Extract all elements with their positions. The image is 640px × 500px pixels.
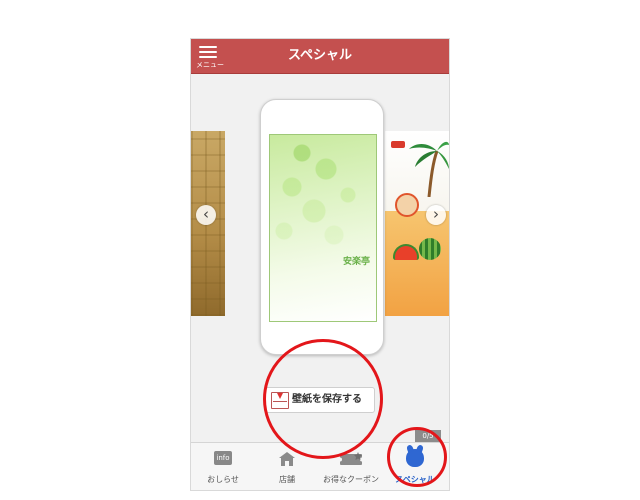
next-arrow-icon[interactable]: › (426, 205, 446, 225)
pagination-dots (295, 433, 344, 448)
tab-label: お得なクーポン (323, 475, 379, 484)
tab-special[interactable]: スペシャル (383, 443, 447, 490)
brand-logo-text: 安楽亭 (342, 257, 370, 267)
download-icon (271, 392, 289, 409)
page-title: スペシャル (287, 48, 353, 63)
hamburger-icon (199, 46, 217, 58)
previous-arrow-icon[interactable]: ‹ (196, 205, 216, 225)
tab-shops[interactable]: 店舗 (255, 443, 319, 490)
beach-sand (385, 211, 449, 316)
palm-tree-icon (409, 141, 449, 197)
bottom-tab-bar: info おしらせ 店舗 お得なクーポン スペシャル (191, 442, 449, 490)
save-wallpaper-label: 壁紙を保存する (292, 394, 362, 405)
shop-icon (279, 452, 295, 466)
save-wallpaper-button[interactable]: 壁紙を保存する (265, 387, 375, 413)
watermelon-illustration (419, 238, 441, 260)
info-icon: info (214, 451, 232, 465)
wallpaper-preview-screen: 安楽亭 (269, 134, 377, 322)
special-icon (406, 449, 424, 467)
tab-coupons[interactable]: お得なクーポン (319, 443, 383, 490)
app-screen: スペシャル メニュー 安楽亭 ‹ › 壁紙を保存する 0/5 info おしらせ… (191, 39, 449, 490)
character-illustration (395, 193, 419, 217)
page-counter-badge: 0/5 (415, 430, 441, 442)
brand-logo (391, 141, 405, 148)
tab-label: スペシャル (395, 475, 435, 484)
menu-button[interactable]: メニュー (196, 44, 224, 70)
tab-news[interactable]: info おしらせ (191, 443, 255, 490)
coupon-icon (339, 452, 363, 465)
tab-label: 店舗 (279, 475, 295, 484)
menu-label: メニュー (196, 61, 224, 69)
header-bar: スペシャル メニュー (191, 39, 449, 74)
tab-label: おしらせ (207, 475, 239, 484)
wallpaper-preview-phone[interactable]: 安楽亭 (260, 99, 384, 355)
